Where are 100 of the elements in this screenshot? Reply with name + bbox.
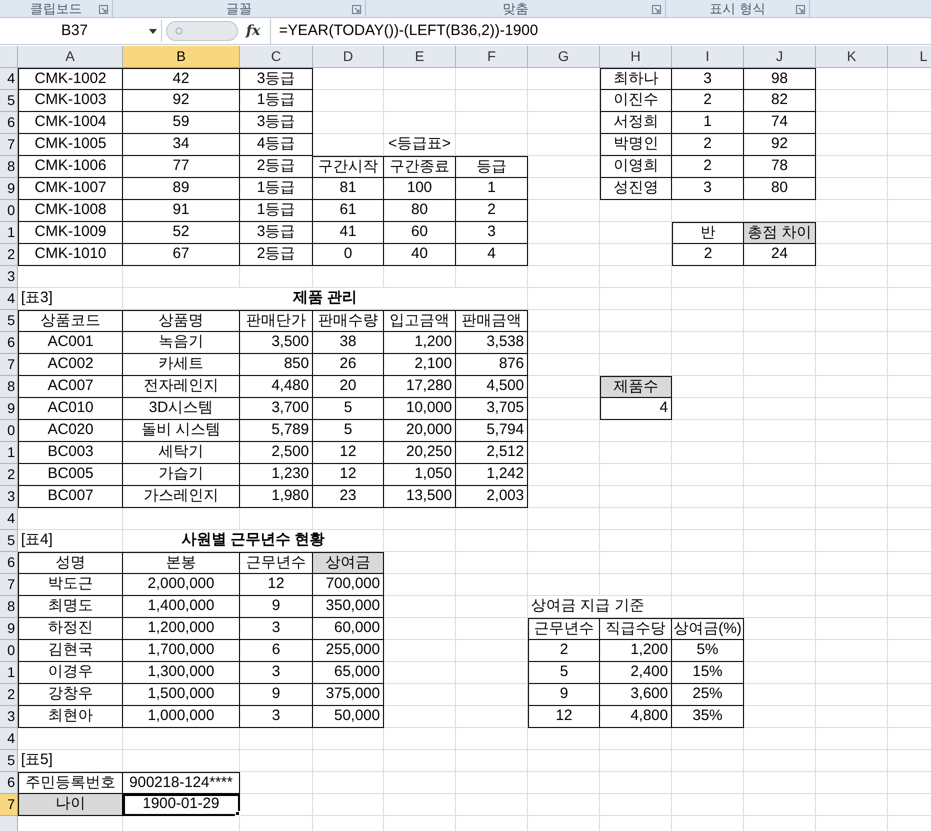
table-cell[interactable]: 5,789	[240, 420, 313, 442]
table-cell[interactable]: 2	[672, 244, 744, 266]
table-cell[interactable]: 2등급	[240, 156, 313, 178]
table-cell[interactable]: 61	[313, 200, 384, 222]
table-cell[interactable]: 최하나	[600, 68, 672, 90]
row-header[interactable]: 0	[0, 420, 18, 442]
table-cell[interactable]: 850	[240, 354, 313, 376]
table-cell[interactable]: 녹음기	[123, 332, 240, 354]
table-cell[interactable]: 60	[384, 222, 456, 244]
table-cell[interactable]: 20,000	[384, 420, 456, 442]
table-cell[interactable]: 350,000	[313, 596, 384, 618]
table-cell[interactable]: 3	[672, 178, 744, 200]
column-header[interactable]: H	[600, 46, 672, 68]
table-cell[interactable]: 5	[528, 662, 600, 684]
table-cell[interactable]: 42	[123, 68, 240, 90]
table-cell[interactable]: 1,700,000	[123, 640, 240, 662]
table-cell[interactable]: 상여금	[313, 552, 384, 574]
table-cell[interactable]: 김현국	[18, 640, 123, 662]
table-cell[interactable]: 판매단가	[240, 310, 313, 332]
table-cell[interactable]: 3	[240, 662, 313, 684]
table-cell[interactable]: 1등급	[240, 200, 313, 222]
table-cell[interactable]: 0	[313, 244, 384, 266]
table-cell[interactable]: 12	[240, 574, 313, 596]
table-cell[interactable]: CMK-1008	[18, 200, 123, 222]
table-cell[interactable]: 3,600	[600, 684, 672, 706]
table-cell[interactable]: 900218-124****	[123, 772, 240, 794]
table-cell[interactable]: CMK-1009	[18, 222, 123, 244]
table-cell[interactable]: 38	[313, 332, 384, 354]
row-header[interactable]: 3	[0, 486, 18, 508]
dialog-launcher-icon[interactable]	[796, 5, 805, 14]
column-header[interactable]: B	[123, 46, 240, 68]
table-cell[interactable]: BC005	[18, 464, 123, 486]
table-cell[interactable]: 65,000	[313, 662, 384, 684]
column-header[interactable]: G	[528, 46, 600, 68]
table-cell[interactable]: 876	[456, 354, 528, 376]
table-cell[interactable]: 5	[313, 420, 384, 442]
table-cell[interactable]: 4	[456, 244, 528, 266]
table-cell[interactable]: 2,003	[456, 486, 528, 508]
table-cell[interactable]: 3등급	[240, 222, 313, 244]
row-header[interactable]: 4	[0, 508, 18, 530]
table-cell[interactable]: 등급	[456, 156, 528, 178]
dialog-launcher-icon[interactable]	[99, 5, 108, 14]
table-cell[interactable]: 구간시작	[313, 156, 384, 178]
table-cell[interactable]: 35%	[672, 706, 744, 728]
row-header[interactable]: 3	[0, 266, 18, 288]
table-cell[interactable]: CMK-1006	[18, 156, 123, 178]
table-cell[interactable]: 9	[240, 596, 313, 618]
table-cell[interactable]: 1,050	[384, 464, 456, 486]
table-cell[interactable]: 41	[313, 222, 384, 244]
row-header[interactable]: 2	[0, 684, 18, 706]
splitter-handle[interactable]	[166, 21, 238, 41]
table-cell[interactable]: 12	[313, 442, 384, 464]
table-cell[interactable]: 2,000,000	[123, 574, 240, 596]
table-cell[interactable]: 24	[744, 244, 816, 266]
table-cell[interactable]: 1	[456, 178, 528, 200]
table-cell[interactable]: 59	[123, 112, 240, 134]
table-cell[interactable]: 2	[672, 90, 744, 112]
table-cell[interactable]: 375,000	[313, 684, 384, 706]
table-cell[interactable]: 2등급	[240, 244, 313, 266]
table-cell[interactable]: 2	[672, 156, 744, 178]
table-cell[interactable]: BC003	[18, 442, 123, 464]
table-cell[interactable]: 최현아	[18, 706, 123, 728]
table-cell[interactable]: 9	[528, 684, 600, 706]
table-cell[interactable]: AC010	[18, 398, 123, 420]
table-cell[interactable]: 15%	[672, 662, 744, 684]
row-header[interactable]: 4	[0, 728, 18, 750]
table-cell[interactable]: 서정희	[600, 112, 672, 134]
table-cell[interactable]: 5%	[672, 640, 744, 662]
table-cell[interactable]: 91	[123, 200, 240, 222]
table-cell[interactable]: 2,100	[384, 354, 456, 376]
table-cell[interactable]: 총점 차이	[744, 222, 816, 244]
row-header[interactable]: 6	[0, 112, 18, 134]
table-cell[interactable]: 23	[313, 486, 384, 508]
table-cell[interactable]: 4	[600, 398, 672, 420]
table-cell[interactable]: 2,500	[240, 442, 313, 464]
row-header[interactable]: 5	[0, 310, 18, 332]
fill-handle[interactable]	[235, 811, 240, 816]
table-cell[interactable]: 주민등록번호	[18, 772, 123, 794]
table-cell[interactable]: 이영희	[600, 156, 672, 178]
row-header[interactable]: 8	[0, 156, 18, 178]
column-header[interactable]: J	[744, 46, 816, 68]
table-cell[interactable]: 1900-01-29	[123, 794, 240, 816]
table-cell[interactable]: 50,000	[313, 706, 384, 728]
table-cell[interactable]: 2	[528, 640, 600, 662]
table-cell[interactable]: 가습기	[123, 464, 240, 486]
table-cell[interactable]: 전자레인지	[123, 376, 240, 398]
table-cell[interactable]: 이진수	[600, 90, 672, 112]
column-header[interactable]: I	[672, 46, 744, 68]
table-cell[interactable]: 5	[313, 398, 384, 420]
row-header[interactable]: 9	[0, 398, 18, 420]
row-header[interactable]: 2	[0, 244, 18, 266]
column-header[interactable]: L	[888, 46, 931, 68]
row-header[interactable]: 5	[0, 90, 18, 112]
row-header[interactable]: 7	[0, 354, 18, 376]
table-cell[interactable]: 직급수당	[600, 618, 672, 640]
table-cell[interactable]: AC002	[18, 354, 123, 376]
column-header[interactable]: A	[18, 46, 123, 68]
row-header[interactable]: 3	[0, 706, 18, 728]
table-cell[interactable]: 25%	[672, 684, 744, 706]
table-cell[interactable]: 4등급	[240, 134, 313, 156]
